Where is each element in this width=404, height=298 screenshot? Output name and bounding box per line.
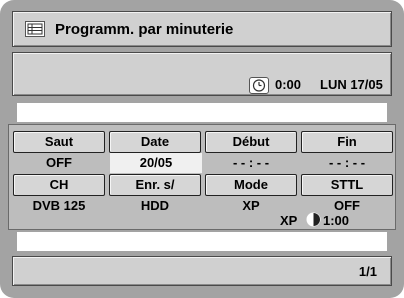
page-title: Programm. par minuterie <box>55 21 234 38</box>
header-mode: Mode <box>205 174 297 196</box>
value-enr[interactable]: HDD <box>109 196 201 216</box>
header-sttl: STTL <box>301 174 393 196</box>
current-date: LUN 17/05 <box>320 77 383 92</box>
half-disc-icon <box>306 212 321 227</box>
header-enr: Enr. s/ <box>109 174 201 196</box>
info-panel: 0:00 LUN 17/05 <box>12 52 392 96</box>
header-saut: Saut <box>13 131 105 153</box>
clock-icon <box>249 77 269 94</box>
header-fin: Fin <box>301 131 393 153</box>
footer-bar: 1/1 <box>12 256 392 286</box>
value-ch[interactable]: DVB 125 <box>13 196 105 216</box>
recording-mode-label: XP <box>280 213 298 228</box>
header-date: Date <box>109 131 201 153</box>
value-debut[interactable]: - - : - - <box>205 153 297 173</box>
value-date[interactable]: 20/05 <box>110 153 202 173</box>
value-fin[interactable]: - - : - - <box>301 153 393 173</box>
title-bar: Programm. par minuterie <box>12 11 392 47</box>
header-ch: CH <box>13 174 105 196</box>
remaining-time: 1:00 <box>323 213 350 228</box>
list-grid-icon <box>25 21 45 37</box>
program-list-row[interactable] <box>17 103 387 122</box>
value-saut[interactable]: OFF <box>13 153 105 173</box>
current-time: 0:00 <box>275 77 302 92</box>
header-debut: Début <box>205 131 297 153</box>
timer-programming-screen: Programm. par minuterie 0:00 LUN 17/05 S… <box>0 0 404 298</box>
page-indicator: 1/1 <box>358 264 377 279</box>
program-list-row[interactable] <box>17 232 387 251</box>
timer-edit-panel: Saut Date Début Fin OFF 20/05 - - : - - … <box>8 124 396 230</box>
